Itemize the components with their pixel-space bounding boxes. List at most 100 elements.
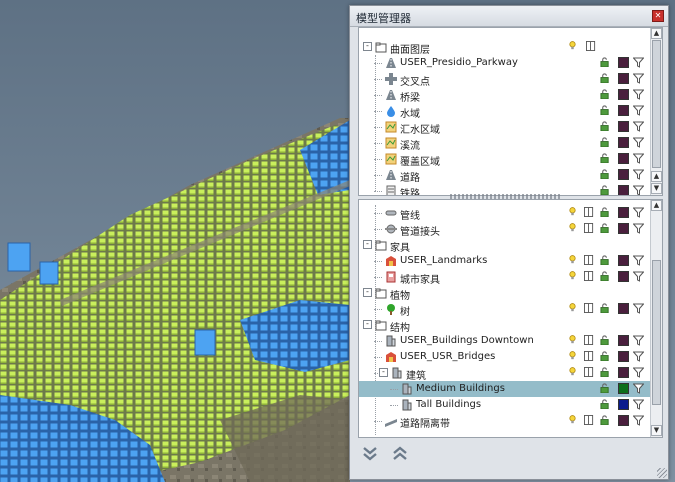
visibility-bulb-icon[interactable] bbox=[568, 415, 577, 426]
scrollbar-thumb[interactable] bbox=[652, 260, 661, 405]
tree-layer-row[interactable]: 覆盖区域 bbox=[359, 151, 651, 168]
color-swatch[interactable] bbox=[618, 73, 629, 84]
tree-layer-row[interactable]: USER_Buildings Downtown bbox=[359, 333, 651, 349]
visibility-bulb-icon[interactable] bbox=[568, 351, 577, 362]
color-swatch[interactable] bbox=[618, 121, 629, 132]
visibility-bulb-icon[interactable] bbox=[568, 255, 577, 266]
lock-icon[interactable] bbox=[600, 185, 610, 195]
filter-icon[interactable] bbox=[632, 105, 645, 116]
color-swatch[interactable] bbox=[618, 89, 629, 100]
tree-layer-row[interactable]: Tall Buildings bbox=[359, 397, 651, 413]
tree-layer-row[interactable]: 水域 bbox=[359, 103, 651, 120]
filter-icon[interactable] bbox=[632, 137, 645, 148]
label-book-icon[interactable] bbox=[584, 303, 594, 313]
filter-icon[interactable] bbox=[632, 415, 645, 426]
label-book-icon[interactable] bbox=[584, 415, 594, 425]
filter-icon[interactable] bbox=[632, 351, 645, 362]
visibility-bulb-icon[interactable] bbox=[568, 223, 577, 234]
filter-icon[interactable] bbox=[632, 223, 645, 234]
label-book-icon[interactable] bbox=[584, 255, 594, 265]
label-book-icon[interactable] bbox=[586, 41, 596, 51]
tree-layer-row[interactable]: - 建筑 bbox=[359, 365, 651, 382]
color-swatch[interactable] bbox=[618, 335, 629, 346]
color-swatch[interactable] bbox=[618, 255, 629, 266]
color-swatch[interactable] bbox=[618, 105, 629, 116]
color-swatch[interactable] bbox=[618, 271, 629, 282]
filter-icon[interactable] bbox=[632, 367, 645, 378]
vertical-scrollbar[interactable]: ▲ ▼ bbox=[650, 200, 662, 437]
lock-icon[interactable] bbox=[600, 223, 610, 234]
label-book-icon[interactable] bbox=[584, 271, 594, 281]
label-book-icon[interactable] bbox=[584, 207, 594, 217]
tree-layer-row[interactable]: 桥梁 bbox=[359, 87, 651, 104]
label-book-icon[interactable] bbox=[584, 223, 594, 233]
lock-icon[interactable] bbox=[600, 207, 610, 218]
tree-layer-row[interactable]: Medium Buildings bbox=[359, 381, 651, 397]
scroll-up-arrow-icon[interactable]: ▲ bbox=[651, 28, 662, 39]
color-swatch[interactable] bbox=[618, 351, 629, 362]
color-swatch[interactable] bbox=[618, 153, 629, 164]
collapse-toggle-icon[interactable]: - bbox=[363, 288, 372, 297]
filter-icon[interactable] bbox=[632, 271, 645, 282]
lock-icon[interactable] bbox=[600, 255, 610, 266]
tree-layer-row[interactable]: 道路隔离带 bbox=[359, 413, 651, 430]
color-swatch[interactable] bbox=[618, 169, 629, 180]
tree-layer-row[interactable]: 管线 bbox=[359, 205, 651, 222]
visibility-bulb-icon[interactable] bbox=[568, 303, 577, 314]
vertical-scrollbar[interactable]: ▲ ▲ ▼ bbox=[650, 28, 662, 195]
lock-icon[interactable] bbox=[600, 271, 610, 282]
lock-icon[interactable] bbox=[600, 57, 610, 68]
lock-icon[interactable] bbox=[600, 89, 610, 100]
lock-icon[interactable] bbox=[600, 153, 610, 164]
scroll-down-arrow-icon[interactable]: ▼ bbox=[651, 183, 662, 194]
filter-icon[interactable] bbox=[632, 121, 645, 132]
tree-layer-row[interactable]: USER_Presidio_Parkway bbox=[359, 55, 651, 71]
lock-icon[interactable] bbox=[600, 121, 610, 132]
scroll-up-arrow-icon[interactable]: ▲ bbox=[651, 200, 662, 211]
visibility-bulb-icon[interactable] bbox=[568, 367, 577, 378]
lock-icon[interactable] bbox=[600, 415, 610, 426]
visibility-bulb-icon[interactable] bbox=[568, 335, 577, 346]
label-book-icon[interactable] bbox=[584, 367, 594, 377]
tree-layer-row[interactable]: 城市家具 bbox=[359, 269, 651, 286]
filter-icon[interactable] bbox=[632, 73, 645, 84]
lock-icon[interactable] bbox=[600, 73, 610, 84]
tree-layer-row[interactable]: 汇水区域 bbox=[359, 119, 651, 136]
tree-group-row[interactable]: - 曲面图层 bbox=[359, 39, 651, 56]
tree-group-row[interactable]: - 植物 bbox=[359, 285, 651, 302]
filter-icon[interactable] bbox=[632, 303, 645, 314]
lock-icon[interactable] bbox=[600, 169, 610, 180]
collapse-toggle-icon[interactable]: - bbox=[363, 240, 372, 249]
lock-icon[interactable] bbox=[600, 335, 610, 346]
color-swatch[interactable] bbox=[618, 185, 629, 195]
color-swatch[interactable] bbox=[618, 303, 629, 314]
lock-icon[interactable] bbox=[600, 105, 610, 116]
color-swatch[interactable] bbox=[618, 383, 629, 394]
label-book-icon[interactable] bbox=[584, 351, 594, 361]
collapse-toggle-icon[interactable]: - bbox=[379, 368, 388, 377]
window-titlebar[interactable]: 模型管理器 ✕ bbox=[350, 6, 668, 27]
visibility-bulb-icon[interactable] bbox=[568, 207, 577, 218]
color-swatch[interactable] bbox=[618, 57, 629, 68]
visibility-bulb-icon[interactable] bbox=[568, 271, 577, 282]
lock-icon[interactable] bbox=[600, 351, 610, 362]
lock-icon[interactable] bbox=[600, 399, 610, 410]
tree-layer-row[interactable]: 道路 bbox=[359, 167, 651, 184]
close-icon[interactable]: ✕ bbox=[652, 10, 664, 22]
color-swatch[interactable] bbox=[618, 367, 629, 378]
filter-icon[interactable] bbox=[632, 169, 645, 180]
lock-icon[interactable] bbox=[600, 367, 610, 378]
tree-layer-row[interactable]: 溪流 bbox=[359, 135, 651, 152]
resize-grip[interactable] bbox=[657, 468, 667, 478]
filter-icon[interactable] bbox=[632, 399, 645, 410]
scrollbar-thumb[interactable] bbox=[652, 40, 661, 168]
collapse-up-icon[interactable] bbox=[391, 444, 409, 462]
filter-icon[interactable] bbox=[632, 57, 645, 68]
collapse-toggle-icon[interactable]: - bbox=[363, 320, 372, 329]
scroll-down-arrow-icon[interactable]: ▼ bbox=[651, 425, 662, 436]
color-swatch[interactable] bbox=[618, 399, 629, 410]
color-swatch[interactable] bbox=[618, 415, 629, 426]
filter-icon[interactable] bbox=[632, 255, 645, 266]
lock-icon[interactable] bbox=[600, 137, 610, 148]
tree-group-row[interactable]: - 结构 bbox=[359, 317, 651, 334]
